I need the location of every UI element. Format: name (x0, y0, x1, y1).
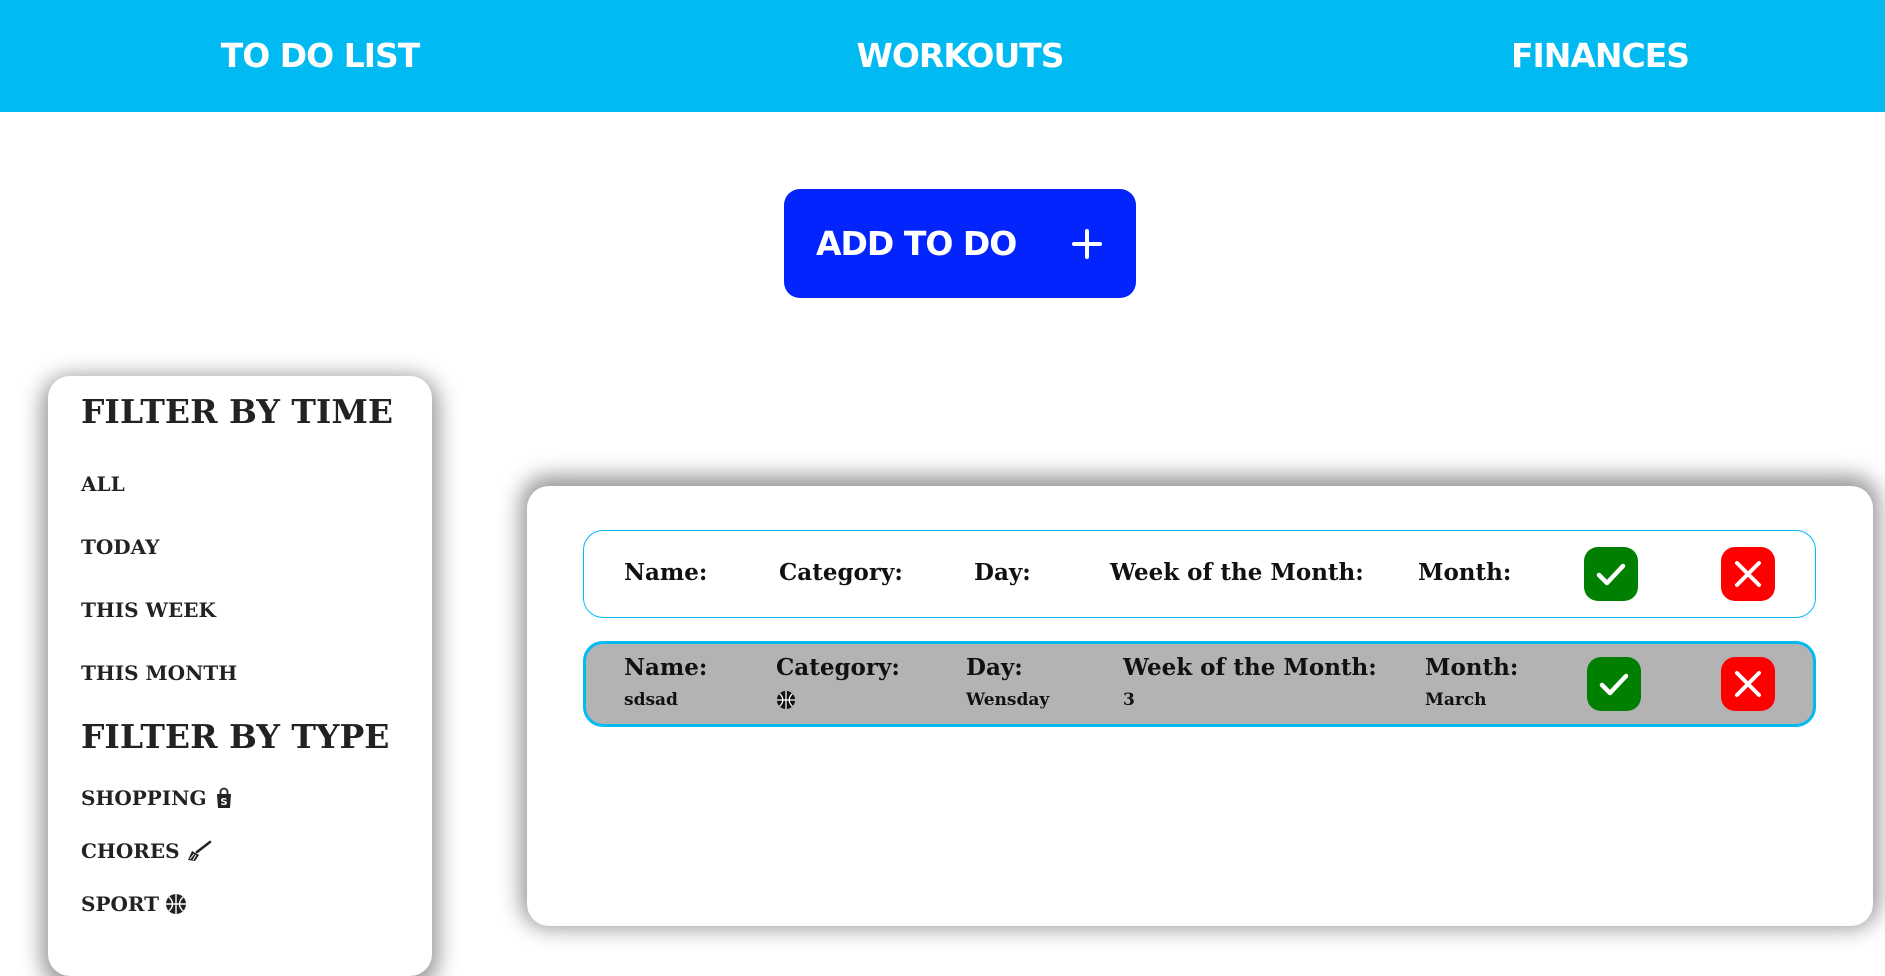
close-icon (1735, 671, 1761, 697)
filter-sport[interactable]: SPORT (81, 892, 187, 916)
month-label: Month: (1425, 654, 1519, 681)
filter-chores[interactable]: CHORES (81, 839, 211, 863)
nav-finances[interactable]: FINANCES (1480, 32, 1720, 80)
name-value: sdsad (624, 690, 678, 710)
close-icon (1735, 561, 1761, 587)
day-label: Day: (974, 559, 1031, 586)
plus-icon (1072, 229, 1102, 259)
week-value: 3 (1123, 690, 1135, 710)
nav-workouts[interactable]: WORKOUTS (840, 32, 1080, 80)
nav-todo-list[interactable]: TO DO LIST (200, 32, 440, 80)
check-icon (1596, 563, 1626, 586)
broom-icon (186, 840, 211, 862)
month-label: Month: (1418, 559, 1512, 586)
filter-this-month[interactable]: THIS MONTH (81, 661, 237, 685)
complete-button[interactable] (1587, 657, 1641, 711)
shopping-bag-icon: S (213, 787, 235, 809)
month-value: March (1425, 690, 1487, 710)
filter-this-week[interactable]: THIS WEEK (81, 598, 216, 622)
check-icon (1599, 673, 1629, 696)
week-label: Week of the Month: (1123, 654, 1377, 681)
add-todo-button[interactable]: ADD TO DO (784, 189, 1136, 298)
basketball-icon (776, 690, 796, 710)
todo-row: Name: Category: Day: Week of the Month: … (583, 530, 1816, 618)
top-nav: TO DO LIST WORKOUTS FINANCES (0, 0, 1885, 112)
todo-row: Name: Category: Day: Week of the Month: … (583, 641, 1816, 727)
filter-shopping[interactable]: SHOPPING S (81, 786, 235, 810)
week-label: Week of the Month: (1110, 559, 1364, 586)
day-label: Day: (966, 654, 1023, 681)
filter-time-heading: FILTER BY TIME (81, 392, 394, 431)
add-todo-label: ADD TO DO (816, 224, 1017, 263)
complete-button[interactable] (1584, 547, 1638, 601)
todo-list-panel: Name: Category: Day: Week of the Month: … (527, 486, 1873, 926)
filter-chores-label: CHORES (81, 839, 180, 863)
name-label: Name: (624, 654, 708, 681)
filter-panel: FILTER BY TIME ALL TODAY THIS WEEK THIS … (48, 376, 432, 976)
svg-text:S: S (220, 797, 227, 808)
filter-type-heading: FILTER BY TYPE (81, 717, 390, 756)
filter-sport-label: SPORT (81, 892, 160, 916)
filter-all[interactable]: ALL (81, 472, 125, 496)
day-value: Wensday (966, 690, 1050, 710)
filter-today[interactable]: TODAY (81, 535, 159, 559)
category-label: Category: (779, 559, 903, 586)
filter-shopping-label: SHOPPING (81, 786, 207, 810)
category-label: Category: (776, 654, 900, 681)
basketball-icon (165, 893, 187, 915)
delete-button[interactable] (1721, 657, 1775, 711)
name-label: Name: (624, 559, 708, 586)
delete-button[interactable] (1721, 547, 1775, 601)
